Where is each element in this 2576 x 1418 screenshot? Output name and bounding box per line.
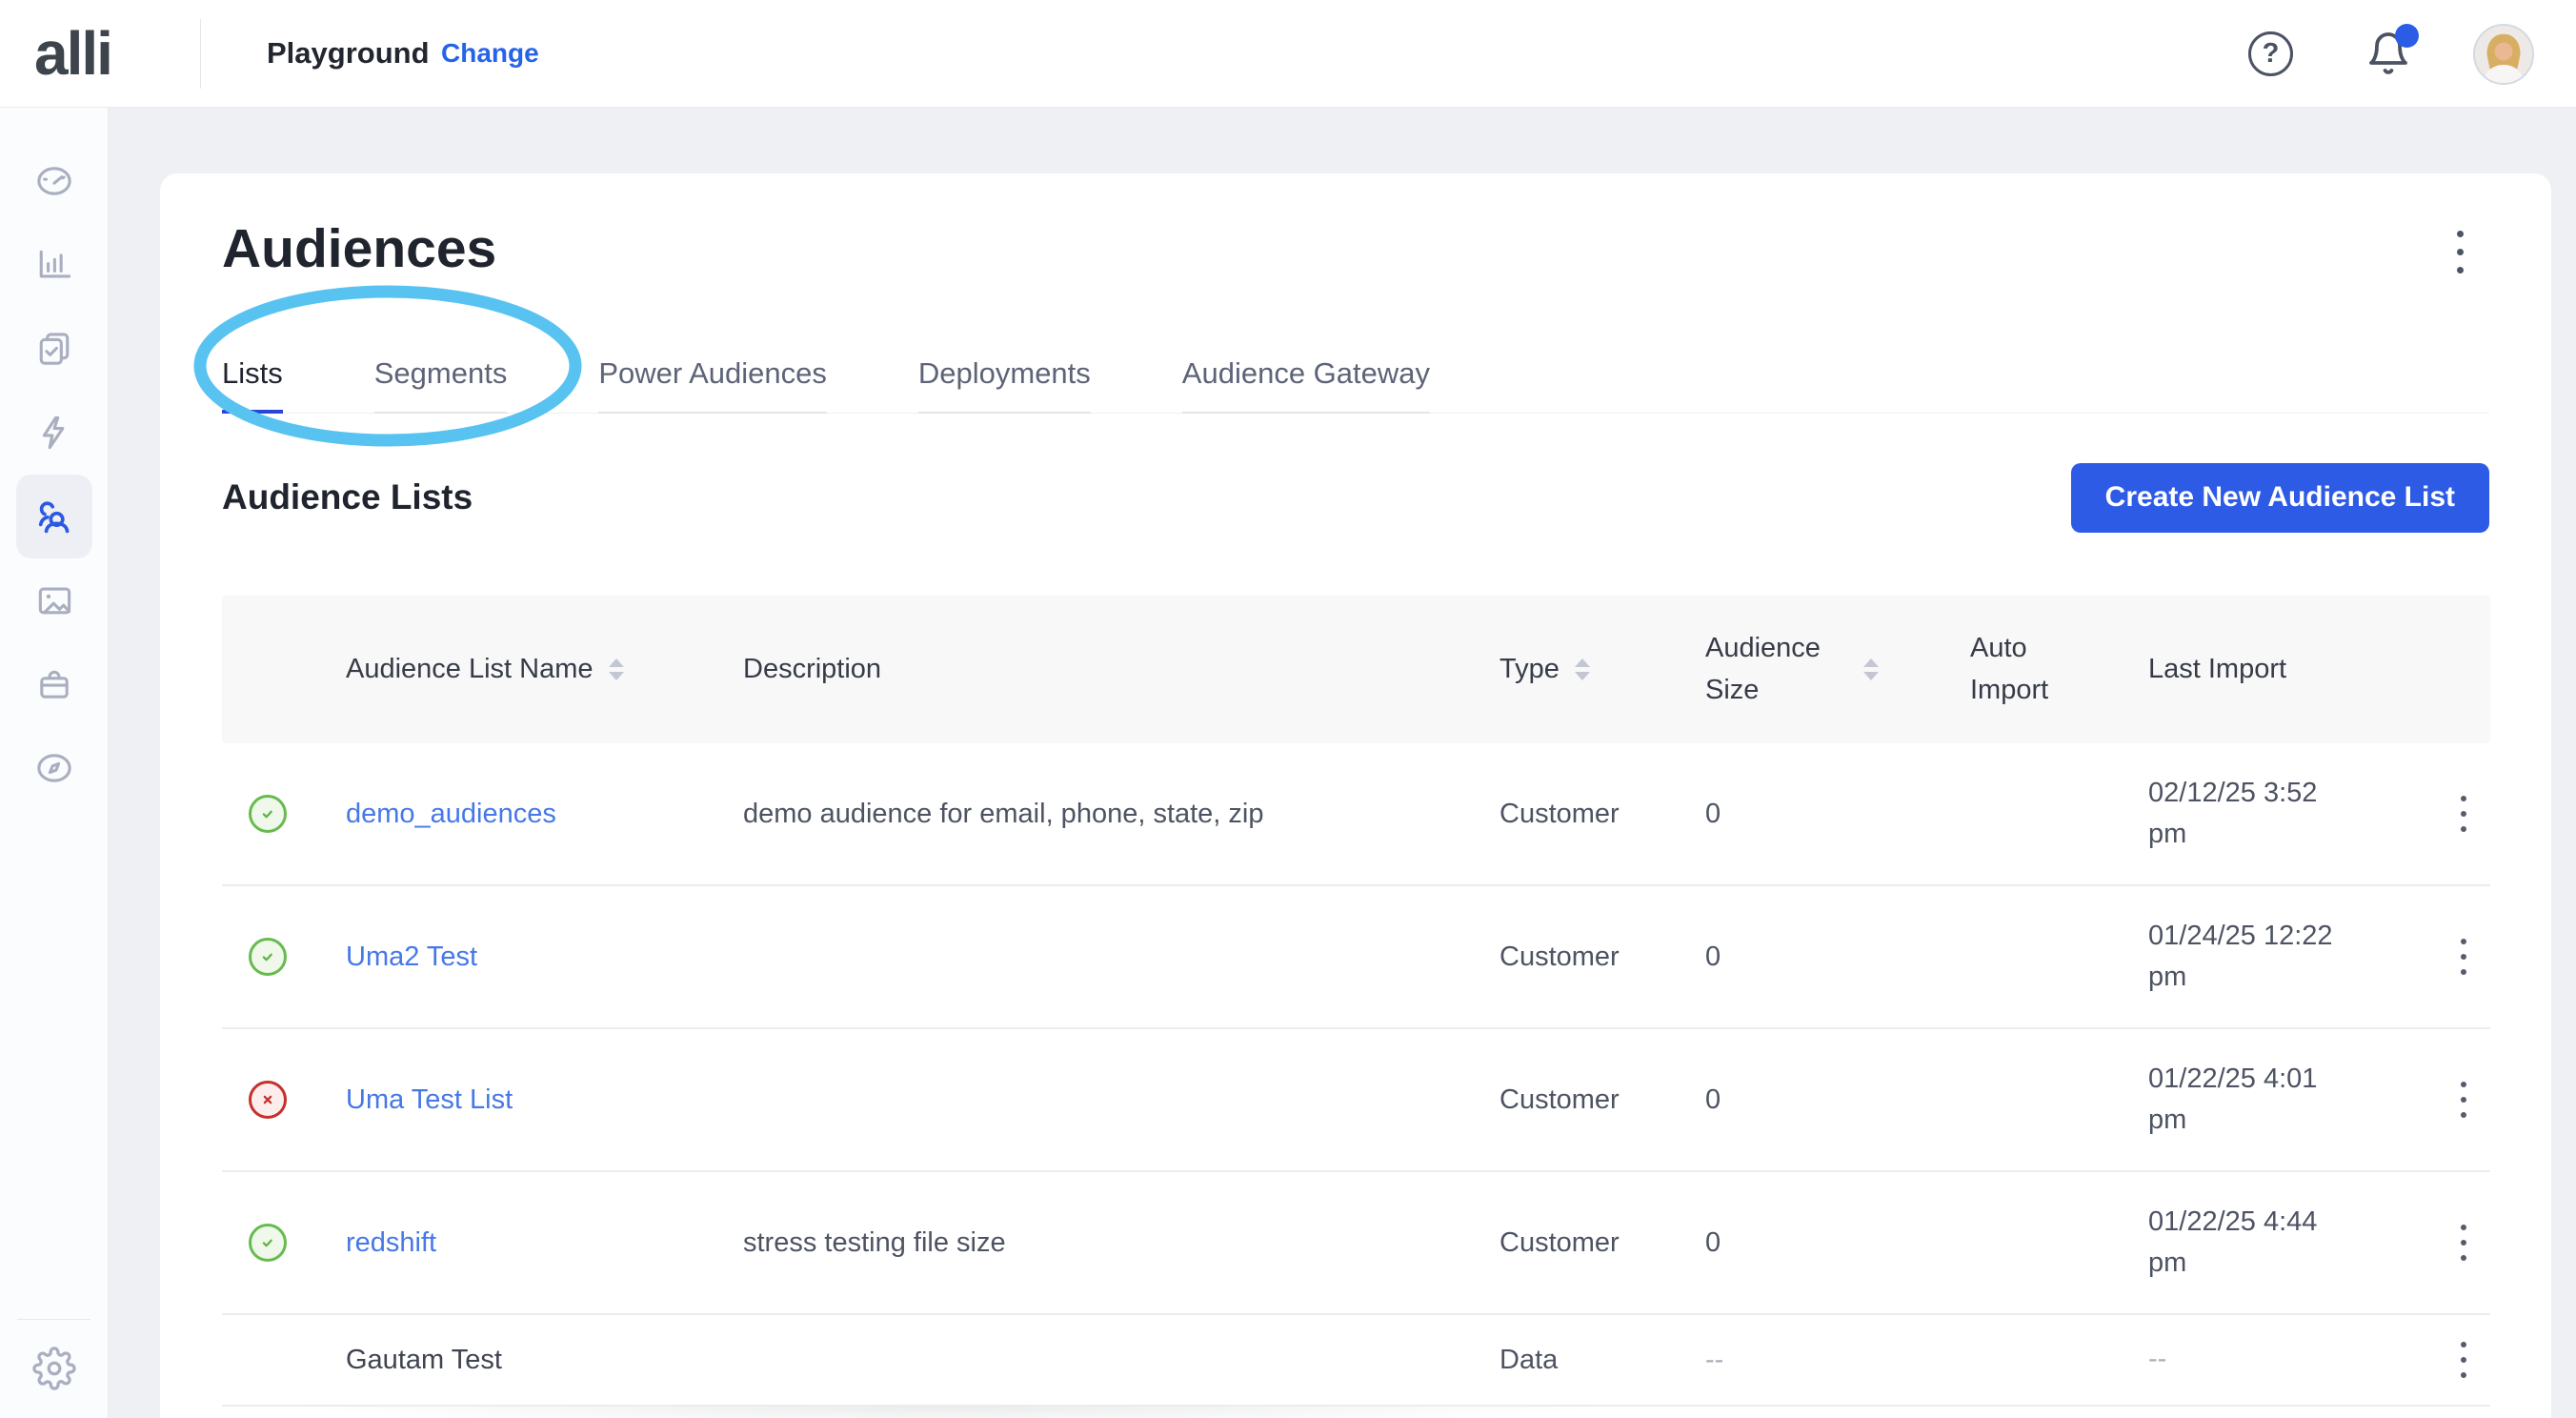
question-mark-icon: ? (2263, 38, 2280, 70)
sidebar-item-dashboard[interactable] (16, 139, 92, 223)
topbar: alli Playground Change ? (0, 0, 2576, 108)
profile-photo (2475, 26, 2532, 83)
description-cell: demo audience for email, phone, state, z… (743, 799, 1499, 830)
card-menu-button[interactable] (2457, 231, 2464, 273)
list-name-link[interactable]: Uma Test List (346, 1084, 513, 1116)
success-check-icon (249, 795, 287, 833)
last-import-cell: -- (2148, 1339, 2353, 1381)
tab-audience-gateway[interactable]: Audience Gateway (1182, 335, 1430, 414)
sidebar-item-creative[interactable] (16, 558, 92, 642)
table-header-row: Audience List Name Description Type Audi… (222, 596, 2490, 743)
table-row: Uma2 Test Customer 0 01/24/25 12:22 pm (222, 886, 2490, 1029)
bag-icon (33, 663, 75, 705)
list-name-link[interactable]: redshift (346, 1227, 436, 1259)
type-cell: Customer (1499, 1084, 1705, 1116)
tab-segments[interactable]: Segments (374, 335, 508, 414)
row-menu-button[interactable] (2461, 939, 2466, 975)
tab-power-audiences[interactable]: Power Audiences (598, 335, 827, 414)
row-menu-button[interactable] (2461, 1342, 2466, 1378)
success-check-icon (249, 938, 287, 976)
type-cell: Customer (1499, 1227, 1705, 1259)
sidebar (0, 108, 109, 1418)
alli-logo[interactable]: alli (34, 18, 111, 89)
tab-deployments[interactable]: Deployments (918, 335, 1091, 414)
row-menu-button[interactable] (2461, 1225, 2466, 1261)
sidebar-item-automations[interactable] (16, 391, 92, 475)
table-row: Uma Test List Customer 0 01/22/25 4:01 p… (222, 1029, 2490, 1172)
last-import-cell: 02/12/25 3:52 pm (2148, 773, 2353, 856)
page-title: Audiences (222, 217, 496, 280)
row-status-cell (222, 795, 346, 833)
column-header-type[interactable]: Type (1499, 649, 1705, 691)
audience-size-cell: -- (1705, 1345, 1970, 1376)
row-status-cell (222, 938, 346, 976)
list-name-link[interactable]: Gautam Test (346, 1345, 502, 1376)
tab-lists[interactable]: Lists (222, 335, 283, 414)
type-cell: Customer (1499, 799, 1705, 830)
audience-size-cell: 0 (1705, 799, 1970, 830)
description-cell: stress testing file size (743, 1227, 1499, 1259)
error-x-icon (249, 1081, 287, 1119)
list-name-link[interactable]: demo_audiences (346, 799, 556, 830)
audience-size-cell: 0 (1705, 942, 1970, 973)
help-button[interactable]: ? (2248, 31, 2293, 76)
row-menu-button[interactable] (2461, 796, 2466, 832)
type-cell: Customer (1499, 942, 1705, 973)
column-header-audience-size[interactable]: Audience Size (1705, 628, 1970, 711)
audience-size-cell: 0 (1705, 1227, 1970, 1259)
compass-icon (33, 747, 75, 789)
column-header-description: Description (743, 649, 1499, 691)
notifications-button[interactable] (2365, 30, 2411, 76)
sort-icon[interactable] (1575, 658, 1590, 680)
last-import-cell: 01/22/25 4:44 pm (2148, 1202, 2353, 1285)
sidebar-item-discover[interactable] (16, 726, 92, 810)
notification-dot (2395, 24, 2419, 48)
lightning-icon (33, 412, 75, 454)
sidebar-item-analytics[interactable] (16, 223, 92, 307)
avatar[interactable] (2473, 24, 2534, 85)
success-check-icon (249, 1224, 287, 1262)
sidebar-item-settings[interactable] (0, 1319, 108, 1418)
row-status-cell (222, 1081, 346, 1119)
last-import-cell: 01/24/25 12:22 pm (2148, 916, 2353, 999)
users-icon (33, 496, 75, 537)
gear-icon (32, 1347, 76, 1390)
sort-icon[interactable] (609, 658, 624, 680)
bottom-shadow (222, 1407, 1677, 1418)
last-import-cell: 01/22/25 4:01 pm (2148, 1059, 2353, 1142)
sidebar-item-products[interactable] (16, 642, 92, 726)
type-cell: Data (1499, 1345, 1705, 1376)
clipboard-check-icon (33, 328, 75, 370)
tab-bar: Lists Segments Power Audiences Deploymen… (222, 335, 2489, 414)
section-header: Audience Lists Create New Audience List (222, 459, 2489, 536)
sidebar-item-audiences[interactable] (16, 475, 92, 558)
audience-size-cell: 0 (1705, 1084, 1970, 1116)
row-status-cell (222, 1224, 346, 1262)
table-row: redshift stress testing file size Custom… (222, 1172, 2490, 1315)
column-header-auto-import: Auto Import (1970, 628, 2148, 711)
sidebar-item-tasks[interactable] (16, 307, 92, 391)
audience-lists-table: Audience List Name Description Type Audi… (222, 596, 2490, 1407)
table-row: Gautam Test Data -- -- (222, 1315, 2490, 1407)
image-icon (33, 579, 75, 621)
column-header-last-import: Last Import (2148, 649, 2353, 691)
column-header-name[interactable]: Audience List Name (346, 649, 743, 691)
gauge-icon (33, 160, 75, 202)
kebab-icon (2457, 231, 2464, 273)
change-workspace-link[interactable]: Change (441, 38, 539, 69)
bar-chart-icon (33, 244, 75, 286)
audiences-card: Audiences Lists Segments Power Audiences… (160, 173, 2551, 1418)
table-row: demo_audiences demo audience for email, … (222, 743, 2490, 886)
section-title: Audience Lists (222, 477, 473, 517)
topbar-divider (200, 19, 201, 89)
sort-icon[interactable] (1863, 658, 1879, 680)
workspace-name: Playground (267, 36, 430, 71)
list-name-link[interactable]: Uma2 Test (346, 942, 477, 973)
create-new-audience-list-button[interactable]: Create New Audience List (2071, 463, 2489, 533)
row-menu-button[interactable] (2461, 1082, 2466, 1118)
